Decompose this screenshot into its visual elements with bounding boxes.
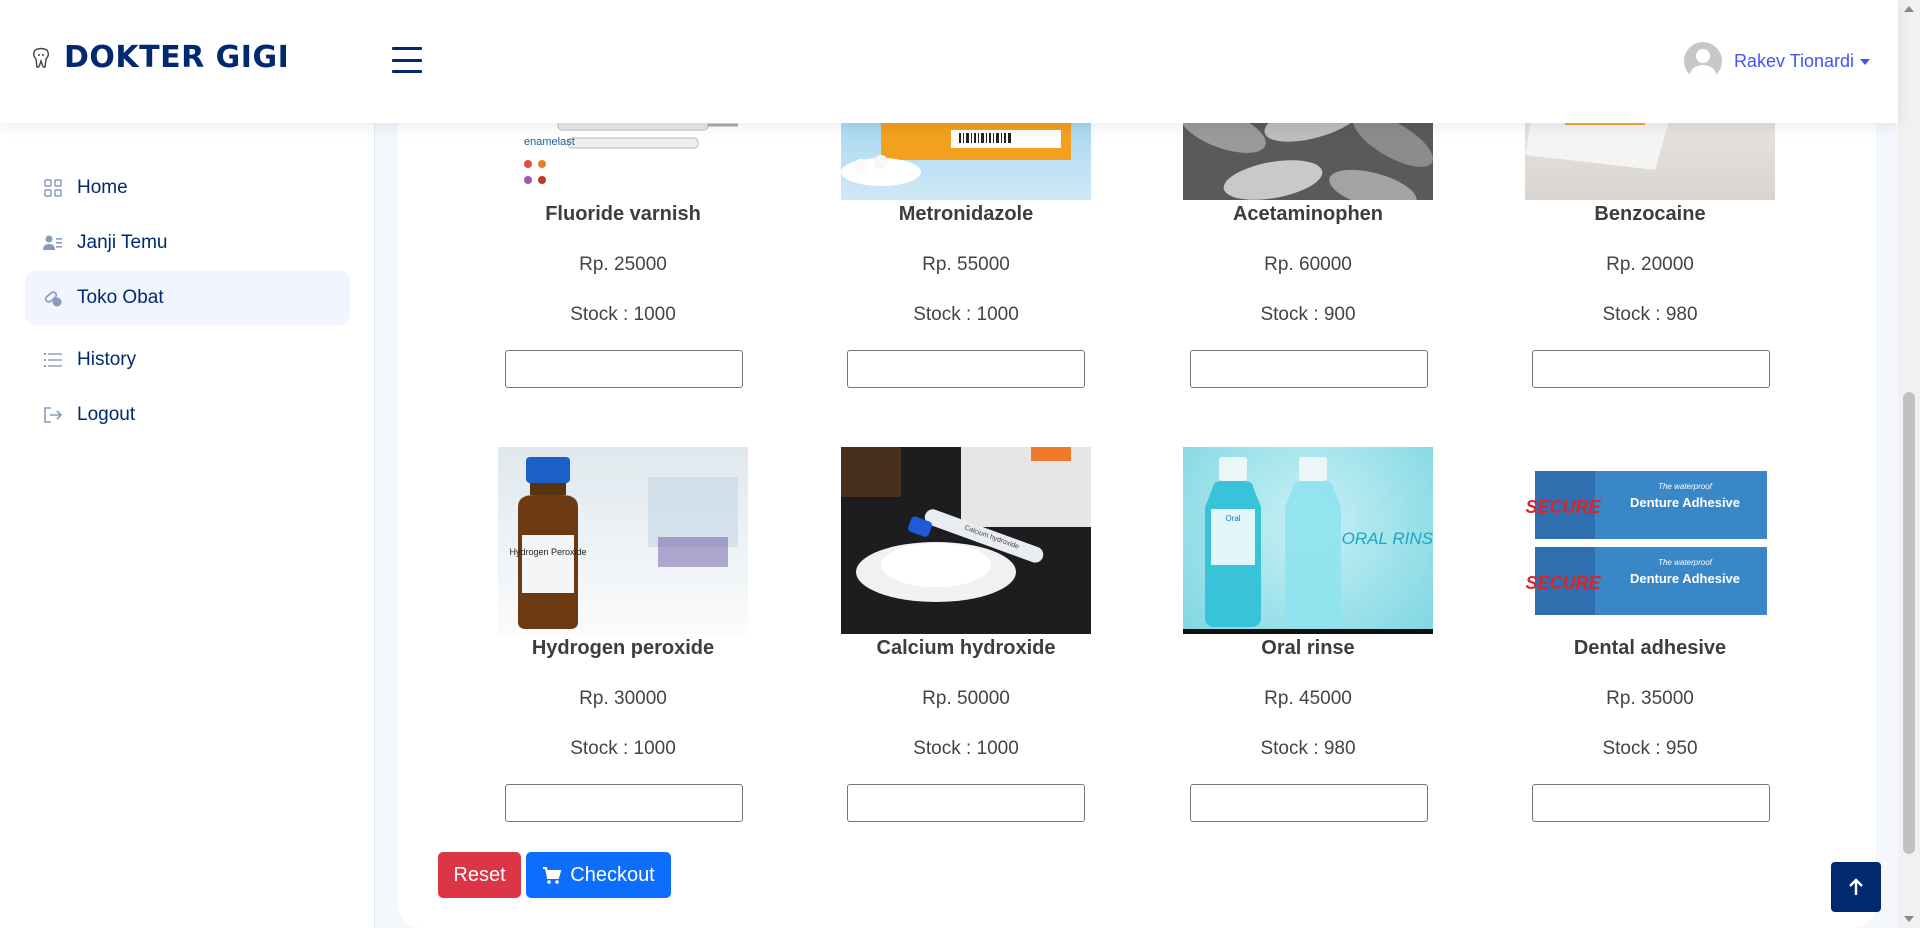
quantity-input[interactable] (1190, 784, 1428, 822)
checkout-button[interactable]: Checkout (526, 852, 671, 898)
quantity-input[interactable] (505, 784, 743, 822)
product-stock: Stock : 980 (1602, 304, 1698, 325)
checkout-label: Checkout (570, 863, 655, 886)
sidebar-item-home[interactable]: Home (25, 161, 350, 215)
tooth-logo-icon (33, 47, 49, 68)
profile-name: Rakev Tionardi (1733, 50, 1854, 71)
reset-button[interactable]: Reset (438, 852, 521, 898)
product-price: Rp. 60000 (1264, 254, 1352, 275)
arrow-up-icon (1849, 878, 1863, 895)
product-name: Metronidazole (898, 203, 1034, 225)
product-image-calcium-hydroxide: Calcium hydroxide (841, 447, 1091, 634)
product-price: Rp. 50000 (922, 688, 1010, 709)
top-header: DOKTER GIGI Rakev Tionardi (0, 0, 1898, 123)
sidebar-item-toko-obat[interactable]: Toko Obat (25, 271, 350, 325)
product-stock: Stock : 1000 (570, 304, 676, 325)
product-name: Hydrogen peroxide (531, 637, 715, 659)
product-price: Rp. 45000 (1264, 688, 1352, 709)
page-scrollbar[interactable] (1898, 0, 1920, 928)
cart-icon (543, 867, 562, 884)
sidebar-item-janji-temu[interactable]: Janji Temu (25, 216, 350, 270)
grid-icon (43, 178, 63, 198)
product-image-oral-rinse: Oral ORAL RINSE (1183, 447, 1433, 634)
caret-down-icon (1860, 59, 1870, 65)
adhesive-tag-text: The waterproof (1658, 558, 1713, 567)
product-name: Fluoride varnish (545, 203, 701, 225)
scroll-down-arrow[interactable] (1904, 916, 1914, 922)
list-icon (43, 350, 63, 370)
back-to-top-button[interactable] (1831, 862, 1881, 912)
adhesive-title-text: Denture Adhesive (1630, 571, 1740, 586)
menu-toggle-button[interactable] (392, 47, 422, 73)
product-stock: Stock : 980 (1260, 738, 1356, 759)
scroll-up-arrow[interactable] (1904, 6, 1914, 12)
sidebar: Home Janji Temu Toko Obat History Logout (0, 123, 375, 928)
profile-dropdown[interactable]: Rakev Tionardi (1683, 42, 1870, 80)
product-stock: Stock : 1000 (913, 738, 1019, 759)
product-price: Rp. 20000 (1606, 254, 1694, 275)
product-name: Benzocaine (1594, 203, 1706, 225)
product-image-hydrogen-peroxide: Hydrogen Peroxide (498, 447, 748, 634)
product-price: Rp. 30000 (579, 688, 667, 709)
logo[interactable]: DOKTER GIGI (30, 40, 289, 75)
adhesive-brand-text: SECURE (1525, 573, 1601, 593)
quantity-input[interactable] (847, 350, 1085, 388)
sidebar-item-label: Logout (77, 404, 136, 425)
hamburger-line (392, 58, 422, 62)
scroll-thumb[interactable] (1903, 392, 1915, 854)
sidebar-item-label: Toko Obat (77, 287, 164, 308)
product-stock: Stock : 1000 (570, 738, 676, 759)
person-list-icon (43, 233, 63, 253)
quantity-input[interactable] (1190, 350, 1428, 388)
hamburger-line (392, 70, 422, 73)
quantity-input[interactable] (1532, 784, 1770, 822)
avatar (1683, 42, 1722, 80)
sidebar-item-logout[interactable]: Logout (25, 388, 350, 442)
product-price: Rp. 25000 (579, 254, 667, 275)
sidebar-item-history[interactable]: History (25, 333, 350, 387)
hydrogen-label-text: Hydrogen Peroxide (509, 547, 586, 557)
sidebar-item-label: History (77, 349, 137, 370)
product-name: Oral rinse (1261, 637, 1355, 659)
adhesive-tag-text: The waterproof (1658, 482, 1713, 491)
oral-title-text: ORAL RINSE (1342, 529, 1433, 548)
brand-title: DOKTER GIGI (64, 40, 290, 75)
product-stock: Stock : 950 (1602, 738, 1698, 759)
product-name: Dental adhesive (1573, 637, 1727, 659)
product-image-dental-adhesive: SECURE The waterproof Denture Adhesive S… (1525, 447, 1775, 634)
product-stock: Stock : 900 (1260, 304, 1356, 325)
adhesive-brand-text: SECURE (1525, 497, 1601, 517)
fluoride-brand-text: enamelast (524, 136, 575, 148)
adhesive-title-text: Denture Adhesive (1630, 495, 1740, 510)
product-price: Rp. 35000 (1606, 688, 1694, 709)
oral-brand-text: Oral (1225, 514, 1240, 523)
product-name: Calcium hydroxide (876, 637, 1056, 659)
quantity-input[interactable] (505, 350, 743, 388)
capsule-icon (43, 288, 63, 308)
logout-icon (43, 405, 63, 425)
quantity-input[interactable] (847, 784, 1085, 822)
content-card: enamelast Fluoride varnish Metronidazole… (398, 0, 1876, 928)
sidebar-item-label: Janji Temu (77, 232, 168, 253)
product-stock: Stock : 1000 (913, 304, 1019, 325)
product-name: Acetaminophen (1232, 203, 1384, 225)
reset-label: Reset (453, 863, 506, 886)
product-price: Rp. 55000 (922, 254, 1010, 275)
quantity-input[interactable] (1532, 350, 1770, 388)
hamburger-line (392, 47, 422, 50)
sidebar-item-label: Home (77, 177, 128, 198)
